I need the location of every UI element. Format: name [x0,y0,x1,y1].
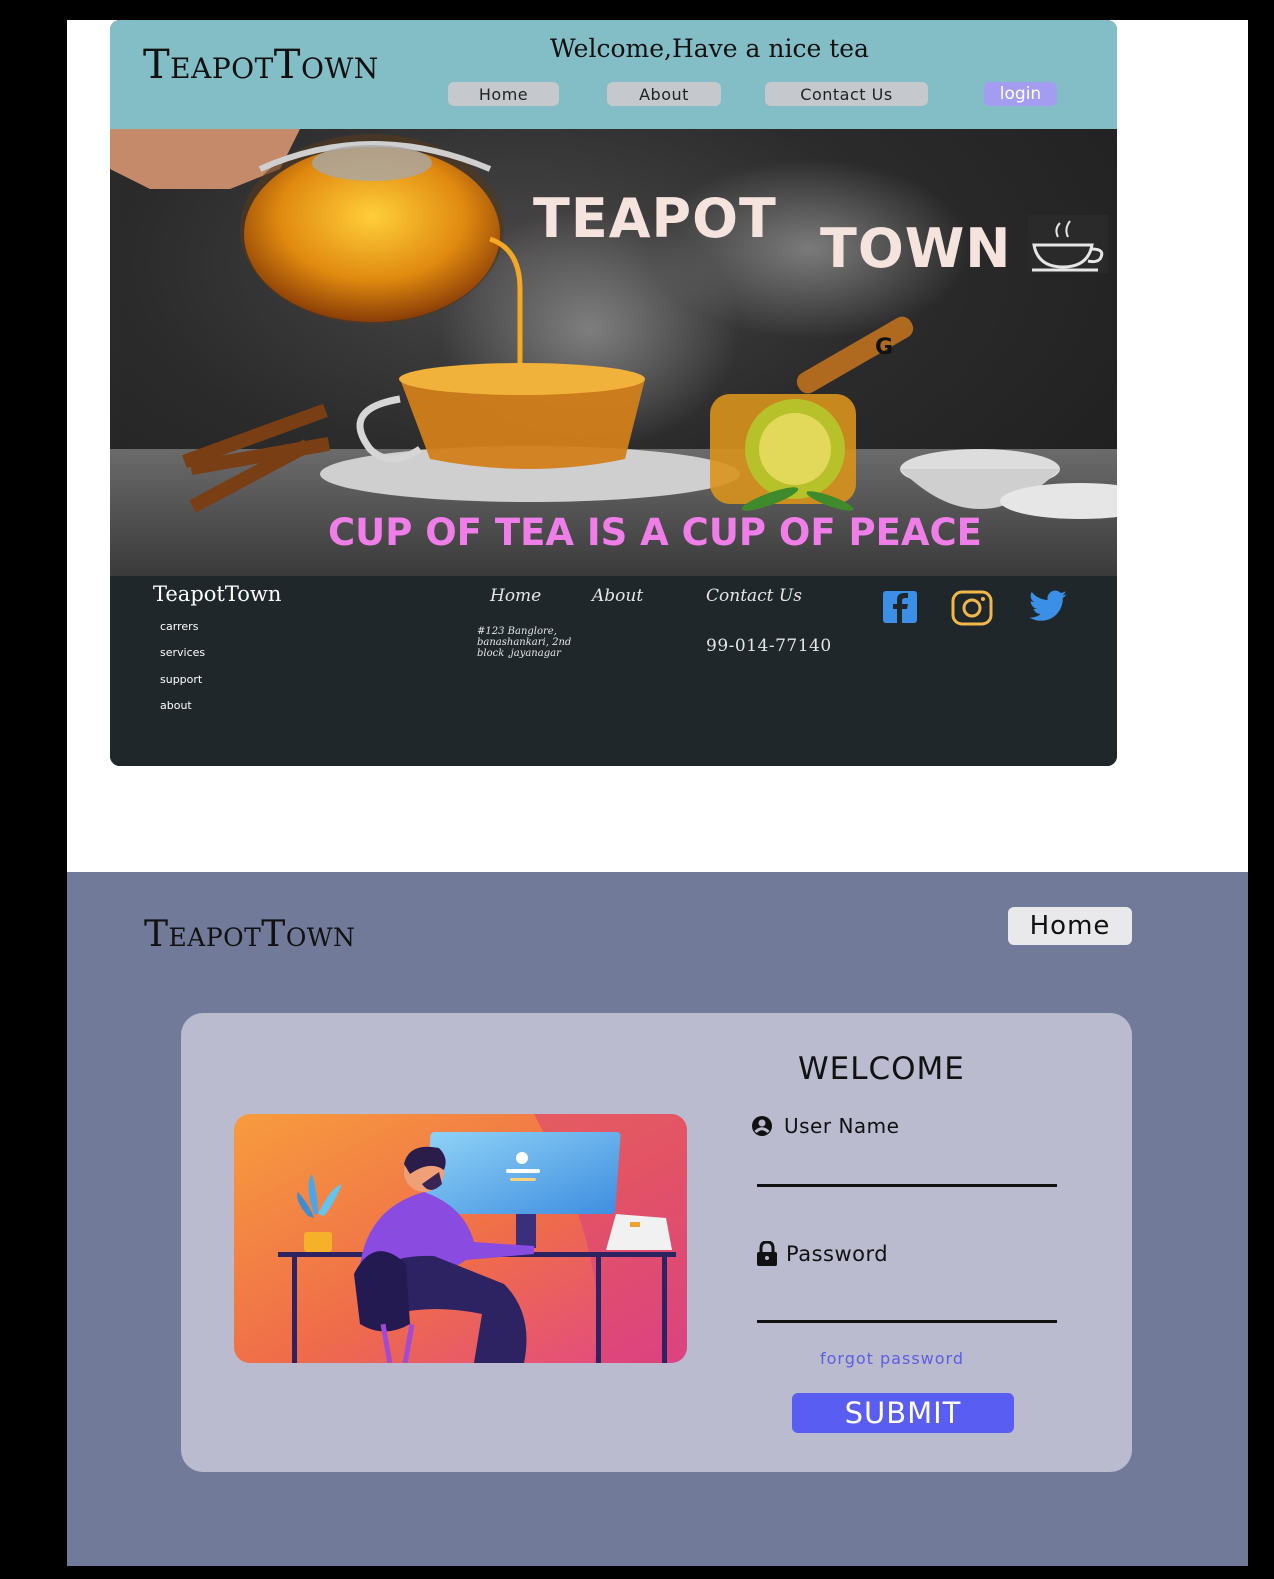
login-page-mockup: TeapotTown Home WELCOME User Name Passwo… [67,872,1248,1566]
welcome-text: Welcome,Have a nice tea [550,34,869,63]
login-card: WELCOME User Name Password forgot passwo… [181,1013,1132,1472]
hero-brand-line2: TOWN [820,217,1012,280]
hero-brand-line1: TEAPOT [533,187,777,250]
forgot-password-link[interactable]: forgot password [820,1349,964,1368]
twitter-icon[interactable] [1026,590,1070,628]
footer-address: #123 Banglore, banashankari, 2nd block ,… [477,626,572,659]
site-header: TeapotTown Welcome,Have a nice tea Home … [110,20,1117,129]
footer-link-support[interactable]: support [160,673,202,686]
lock-icon [756,1240,778,1271]
site-logo[interactable]: TeapotTown [143,42,379,88]
hero-tagline: CUP OF TEA IS A CUP OF PEACE [328,511,982,554]
login-button[interactable]: login [984,82,1057,106]
footer-nav-contact[interactable]: Contact Us [706,586,802,606]
user-circle-icon [751,1115,773,1141]
facebook-icon[interactable] [882,590,918,628]
hero-banner: TEAPOT TOWN G CUP OF TEA IS A CUP OF PEA… [110,129,1117,576]
username-label: User Name [784,1114,900,1138]
submit-button[interactable]: SUBMIT [792,1393,1014,1433]
login-illustration [234,1114,687,1363]
login-logo[interactable]: TeapotTown [144,914,355,955]
footer-logo[interactable]: TeapotTown [153,582,281,606]
footer-nav-home[interactable]: Home [490,586,541,606]
nav-about-button[interactable]: About [607,82,721,106]
tea-cup-icon [1028,215,1108,273]
username-input[interactable] [757,1154,1057,1187]
landing-page-mockup: TeapotTown Welcome,Have a nice tea Home … [110,20,1117,766]
footer-link-careers[interactable]: carrers [160,620,198,633]
password-input[interactable] [757,1290,1057,1323]
footer-link-services[interactable]: services [160,646,205,659]
screenshot-canvas: TeapotTown Welcome,Have a nice tea Home … [67,20,1248,1566]
footer-link-about[interactable]: about [160,699,192,712]
stray-letter: G [875,335,894,360]
login-title: WELCOME [798,1051,965,1087]
nav-contact-button[interactable]: Contact Us [765,82,928,106]
login-home-button[interactable]: Home [1008,907,1132,945]
nav-home-button[interactable]: Home [448,82,559,106]
site-footer: TeapotTown carrers services support abou… [110,576,1117,766]
footer-phone: 99-014-77140 [706,636,832,656]
footer-nav-about[interactable]: About [592,586,643,606]
password-label: Password [786,1242,889,1266]
instagram-icon[interactable] [950,590,994,630]
